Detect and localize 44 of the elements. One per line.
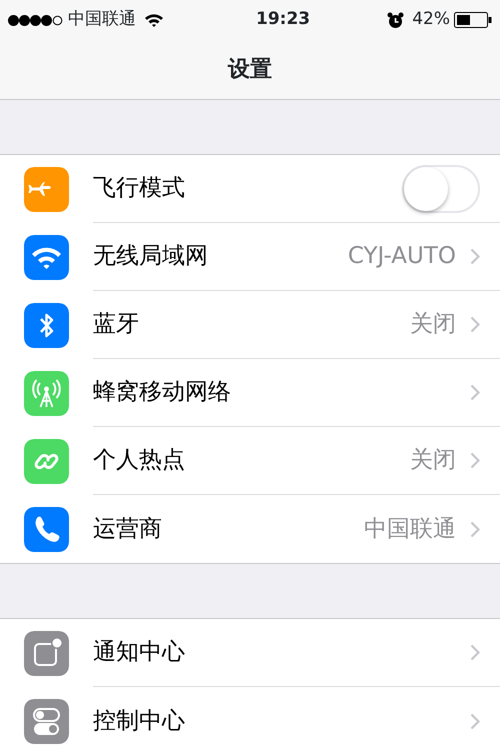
wifi-icon — [24, 234, 69, 280]
settings-row[interactable]: 控制中心 — [0, 687, 500, 750]
chevron-icon — [470, 712, 480, 730]
antenna-icon — [24, 370, 69, 416]
row-value: 关闭 — [410, 446, 456, 476]
battery-percent: 42% — [412, 8, 450, 32]
chevron-icon — [470, 248, 480, 265]
alarm-icon — [387, 12, 404, 28]
row-label: 无线局域网 — [93, 242, 208, 272]
chevron-icon — [470, 316, 480, 333]
bluetooth-icon — [24, 302, 69, 348]
signal-icon — [8, 14, 64, 26]
settings-row[interactable]: 运营商 中国联通 — [0, 495, 500, 563]
row-label: 蜂窝移动网络 — [93, 378, 231, 408]
row-label: 通知中心 — [93, 638, 185, 668]
carrier-name: 中国联通 — [68, 8, 136, 32]
settings-row[interactable]: 无线局域网 CYJ-AUTO — [0, 223, 500, 291]
chevron-icon — [470, 520, 480, 538]
chevron-icon — [470, 452, 480, 469]
settings-row[interactable]: 个人热点 关闭 — [0, 427, 500, 495]
settings-row[interactable]: 飞行模式 — [0, 155, 500, 223]
settings-row[interactable]: 蜂窝移动网络 — [0, 359, 500, 427]
row-label: 飞行模式 — [93, 174, 185, 204]
row-label: 运营商 — [93, 514, 162, 544]
row-value: 中国联通 — [364, 514, 456, 544]
settings-row[interactable]: 蓝牙 关闭 — [0, 291, 500, 359]
row-label: 蓝牙 — [93, 310, 139, 340]
clock-time: 19:23 — [256, 8, 310, 32]
battery-icon — [454, 12, 492, 28]
row-value: CYJ-AUTO — [348, 242, 456, 272]
chevron-icon — [470, 384, 480, 401]
row-label: 控制中心 — [93, 706, 185, 736]
row-label: 个人热点 — [93, 446, 185, 476]
phone-icon — [24, 506, 69, 552]
row-value: 关闭 — [410, 310, 456, 340]
toggle-switch[interactable] — [402, 164, 480, 212]
nav-title: 设置 — [228, 56, 272, 84]
switches-icon — [24, 698, 69, 744]
settings-row[interactable]: 通知中心 — [0, 619, 500, 687]
chevron-icon — [470, 644, 480, 661]
notification-icon — [24, 630, 69, 676]
chain-link-icon — [24, 438, 69, 484]
airplane-icon — [24, 166, 69, 212]
wifi-icon — [144, 13, 164, 27]
